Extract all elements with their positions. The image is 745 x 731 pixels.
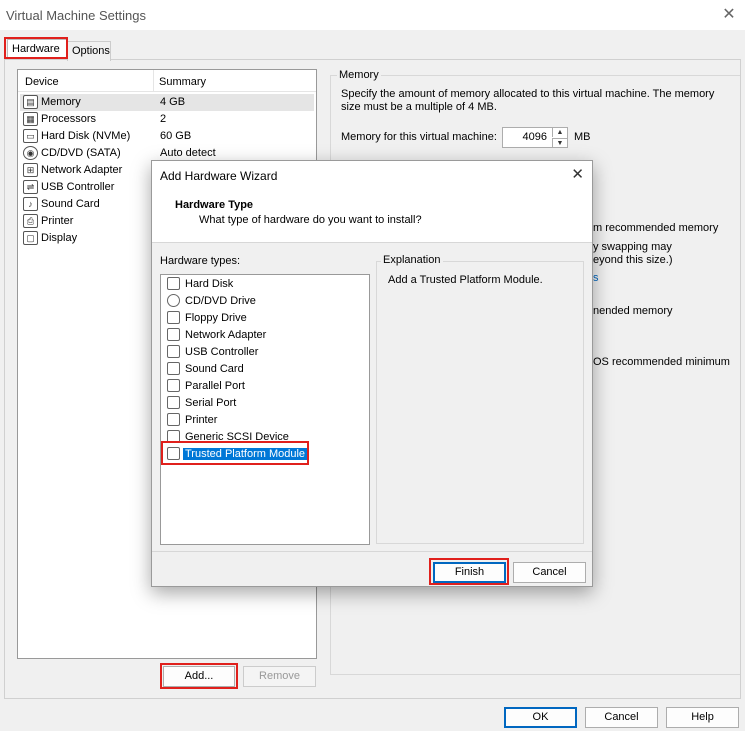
- title-bar: Virtual Machine Settings ✕: [0, 0, 745, 30]
- memory-partial-4: s: [593, 272, 599, 284]
- tab-hardware[interactable]: Hardware: [7, 39, 67, 59]
- printer-icon: ⎙: [23, 214, 38, 228]
- explanation-group: Explanation Add a Trusted Platform Modul…: [376, 254, 584, 544]
- list-item-hard-disk[interactable]: Hard Disk: [165, 276, 365, 293]
- network-icon: [167, 328, 180, 341]
- usb-icon: ⇌: [23, 180, 38, 194]
- device-list-header: Device Summary: [18, 70, 316, 92]
- hardware-types-label: Hardware types:: [160, 255, 241, 267]
- hard-disk-icon: [167, 277, 180, 290]
- memory-field-label: Memory for this virtual machine:: [341, 131, 497, 143]
- close-icon[interactable]: ✕: [719, 5, 739, 25]
- explanation-text: Add a Trusted Platform Module.: [388, 274, 543, 286]
- wizard-title: Add Hardware Wizard: [160, 169, 278, 183]
- wizard-cancel-button[interactable]: Cancel: [513, 562, 586, 583]
- serial-port-icon: [167, 396, 180, 409]
- tpm-icon: [167, 447, 180, 460]
- memory-description-2: size must be a multiple of 4 MB.: [341, 101, 497, 113]
- tab-options[interactable]: Options: [67, 41, 111, 61]
- memory-partial-3: eyond this size.): [593, 254, 673, 266]
- network-icon: ⊞: [23, 163, 38, 177]
- window-title: Virtual Machine Settings: [6, 8, 146, 23]
- wizard-heading: Hardware Type: [175, 199, 254, 211]
- list-item-parallel-port[interactable]: Parallel Port: [165, 378, 365, 395]
- hardware-types-list[interactable]: Hard Disk CD/DVD Drive Floppy Drive Netw…: [160, 274, 370, 545]
- memory-unit: MB: [574, 131, 591, 143]
- remove-button[interactable]: Remove: [243, 666, 316, 687]
- sound-icon: [167, 362, 180, 375]
- column-summary[interactable]: Summary: [159, 76, 206, 88]
- cancel-button[interactable]: Cancel: [585, 707, 658, 728]
- help-button[interactable]: Help: [666, 707, 739, 728]
- ok-button[interactable]: OK: [504, 707, 577, 728]
- add-button[interactable]: Add...: [163, 666, 235, 687]
- list-item-network-adapter[interactable]: Network Adapter: [165, 327, 365, 344]
- device-row-memory[interactable]: ▤ Memory 4 GB: [20, 94, 314, 111]
- sound-icon: ♪: [23, 197, 38, 211]
- list-item-sound-card[interactable]: Sound Card: [165, 361, 365, 378]
- memory-icon: ▤: [23, 95, 38, 109]
- add-hardware-wizard: Add Hardware Wizard ✕ Hardware Type What…: [151, 160, 593, 587]
- hard-disk-icon: ▭: [23, 129, 38, 143]
- list-item-printer[interactable]: Printer: [165, 412, 365, 429]
- cd-icon: [167, 294, 180, 307]
- parallel-port-icon: [167, 379, 180, 392]
- scsi-icon: [167, 430, 180, 443]
- memory-legend: Memory: [337, 69, 381, 81]
- close-icon[interactable]: ✕: [571, 165, 584, 183]
- display-icon: ▢: [23, 231, 38, 245]
- column-device[interactable]: Device: [25, 76, 59, 88]
- cpu-icon: ▦: [23, 112, 38, 126]
- wizard-subheading: What type of hardware do you want to ins…: [199, 214, 422, 226]
- spin-up-icon[interactable]: ▲: [552, 128, 567, 137]
- memory-value[interactable]: 4096: [523, 131, 547, 143]
- device-row-processors[interactable]: ▦ Processors 2: [20, 111, 314, 128]
- memory-partial-5: nended memory: [593, 305, 673, 317]
- list-item-generic-scsi-device[interactable]: Generic SCSI Device: [165, 429, 365, 446]
- list-item-floppy-drive[interactable]: Floppy Drive: [165, 310, 365, 327]
- list-item-usb-controller[interactable]: USB Controller: [165, 344, 365, 361]
- list-item-serial-port[interactable]: Serial Port: [165, 395, 365, 412]
- memory-partial-1: m recommended memory: [593, 222, 719, 234]
- explanation-legend: Explanation: [381, 254, 443, 266]
- device-row-hard-disk[interactable]: ▭ Hard Disk (NVMe) 60 GB: [20, 128, 314, 145]
- list-item-trusted-platform-module[interactable]: Trusted Platform Module: [165, 446, 365, 463]
- spin-down-icon[interactable]: ▼: [552, 138, 567, 147]
- memory-partial-6: OS recommended minimum: [593, 356, 730, 368]
- finish-button[interactable]: Finish: [433, 562, 506, 583]
- wizard-header: Add Hardware Wizard ✕ Hardware Type What…: [152, 161, 592, 243]
- list-item-cd-dvd-drive[interactable]: CD/DVD Drive: [165, 293, 365, 310]
- floppy-icon: [167, 311, 180, 324]
- wizard-footer-divider: [152, 551, 592, 552]
- memory-partial-2: y swapping may: [593, 241, 672, 253]
- cd-icon: ◉: [23, 146, 38, 160]
- printer-icon: [167, 413, 180, 426]
- usb-icon: [167, 345, 180, 358]
- memory-description-1: Specify the amount of memory allocated t…: [341, 88, 715, 100]
- memory-stepper[interactable]: 4096 ▲ ▼: [502, 127, 568, 148]
